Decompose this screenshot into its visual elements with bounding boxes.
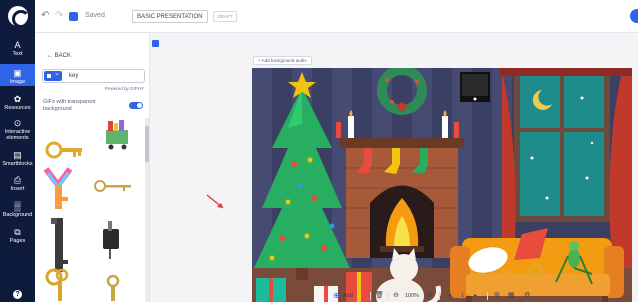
transparent-gif-toggle[interactable] <box>129 102 143 109</box>
rail-item-image[interactable]: ▣ Image <box>0 64 35 86</box>
previous-page-icon[interactable]: ◂ <box>448 290 451 302</box>
insert-icon: ⎙ <box>13 175 22 185</box>
search-input[interactable]: key <box>69 73 78 79</box>
search-box[interactable]: key <box>42 69 145 83</box>
pages-icon: ⧉ <box>14 227 21 237</box>
resources-icon: ✿ <box>13 94 22 104</box>
image-icon: ▣ <box>13 68 22 78</box>
background-icon: ▒ <box>14 201 21 211</box>
rail-item-label: Image <box>9 79 26 85</box>
top-bar: ↶ ↷ Saved BASIC PRESENTATION DRAFT <box>35 0 638 33</box>
divider <box>439 292 440 300</box>
app-logo[interactable] <box>8 6 30 28</box>
next-page-icon[interactable]: ▸ <box>474 290 477 302</box>
rail-item-label: Pages <box>9 238 26 244</box>
gif-result-gold-key[interactable] <box>102 273 124 302</box>
add-page-icon[interactable]: ⊕ <box>333 290 340 302</box>
rail-item-interactive-elements[interactable]: ⊙ Interactive elements <box>0 118 35 141</box>
rail-item-label: Background <box>2 212 33 218</box>
slide-canvas[interactable] <box>252 68 632 302</box>
rail-item-label: Resources <box>4 105 31 111</box>
app-window: A Text ▣ Image ✿ Resources ⊙ Interactive… <box>0 0 638 302</box>
undo-icon[interactable]: ↶ <box>41 11 49 21</box>
source-dropdown-button[interactable] <box>44 69 62 81</box>
slides-view-icon[interactable]: ▦ <box>508 290 515 302</box>
rail-item-label: Smartblocks <box>2 161 33 167</box>
gif-toggle-label: GIFs with transparent background <box>43 99 96 112</box>
rail-item-label: Insert <box>10 186 25 192</box>
arrow-icon <box>206 194 224 209</box>
interactive-icon: ⊙ <box>13 118 22 128</box>
collapse-panel-icon[interactable] <box>152 40 159 47</box>
redo-icon[interactable]: ↷ <box>55 11 63 21</box>
grid-view-icon[interactable]: ⊞ <box>494 290 500 302</box>
draft-badge[interactable]: DRAFT <box>213 11 237 22</box>
delete-icon[interactable]: 🗑 <box>375 290 384 302</box>
divider <box>370 292 371 300</box>
divider <box>387 292 388 300</box>
scrollbar-thumb[interactable] <box>145 126 149 162</box>
save-status: Saved <box>85 12 105 19</box>
rail-item-label: Text <box>12 51 23 57</box>
gif-result-ornate-key[interactable] <box>44 267 74 302</box>
presentation-title-input[interactable]: BASIC PRESENTATION <box>132 10 208 23</box>
settings-icon[interactable]: ⚙ <box>524 290 530 302</box>
rail-item-insert[interactable]: ⎙ Insert <box>0 175 35 192</box>
rail-item-pages[interactable]: ⧉ Pages <box>0 227 35 244</box>
smartblocks-icon: ▤ <box>13 150 22 160</box>
image-panel: ← BACK key Powered by GIPHY GIFs with tr… <box>35 33 150 302</box>
gif-result-small-key[interactable] <box>93 178 135 196</box>
left-rail: A Text ▣ Image ✿ Resources ⊙ Interactive… <box>0 0 35 302</box>
panel-scrollbar[interactable] <box>145 118 149 302</box>
gif-result-dark-key[interactable] <box>49 216 69 274</box>
divider <box>487 292 488 300</box>
gif-result-shopping-cart[interactable] <box>103 118 131 150</box>
rail-item-smartblocks[interactable]: ▤ Smartblocks <box>0 150 35 167</box>
help-icon[interactable]: ? <box>13 290 22 299</box>
rail-item-label: Interactive elements <box>4 129 31 141</box>
avatar[interactable] <box>630 9 638 23</box>
zoom-level[interactable]: 100% <box>405 290 419 302</box>
gif-result-key-fob[interactable] <box>99 219 125 261</box>
rail-item-text[interactable]: A Text <box>0 40 35 57</box>
add-background-audio-button[interactable]: + Add background audio <box>253 56 312 65</box>
editor-stage: + Add background audio <box>150 33 638 302</box>
text-icon: A <box>14 40 21 50</box>
zoom-in-icon[interactable]: ⊕ <box>427 290 433 302</box>
gif-result-golden-key[interactable] <box>45 139 85 161</box>
back-button[interactable]: ← BACK <box>47 53 71 59</box>
zoom-out-icon[interactable]: ⊖ <box>393 290 399 302</box>
page-number: 1 <box>461 293 465 299</box>
powered-by-label: Powered by GIPHY <box>105 86 145 91</box>
rail-item-resources[interactable]: ✿ Resources <box>0 94 35 111</box>
rail-item-background[interactable]: ▒ Background <box>0 201 35 218</box>
save-icon <box>69 12 78 21</box>
gif-result-rainbow-key[interactable] <box>42 165 78 211</box>
add-page-button[interactable]: Add page <box>343 290 355 302</box>
